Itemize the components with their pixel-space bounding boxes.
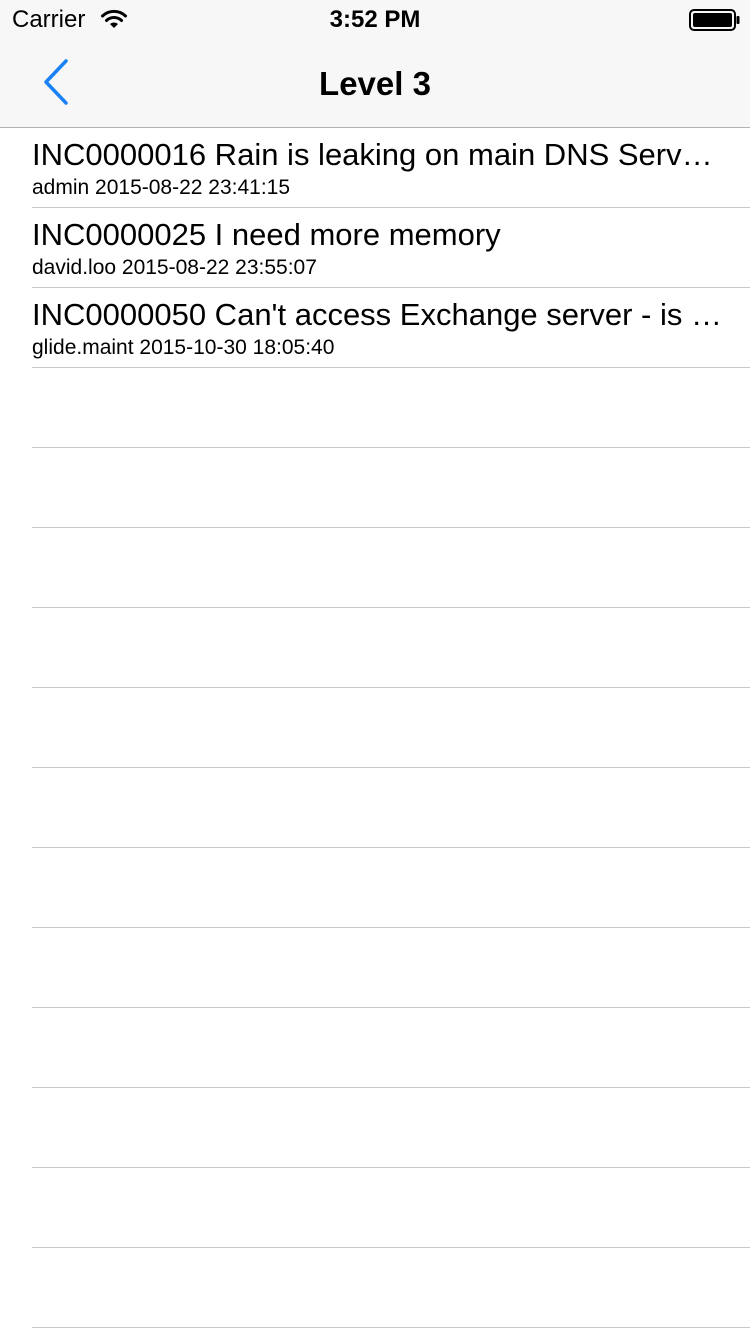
empty-row	[32, 1168, 750, 1248]
page-title: Level 3	[319, 65, 431, 102]
clock: 3:52 PM	[329, 6, 421, 33]
battery-icon	[689, 9, 741, 31]
top-bar: Carrier 3:52 PM Level 3	[0, 0, 750, 128]
incident-subtitle: glide.maint 2015-10-30 18:05:40	[32, 336, 335, 359]
empty-row	[32, 1088, 750, 1168]
list-item[interactable]: INC0000025 I need more memory david.loo …	[32, 208, 750, 288]
empty-row	[32, 528, 750, 608]
empty-row	[32, 608, 750, 688]
incident-title: INC0000025 I need more memory	[32, 217, 501, 252]
empty-row	[32, 448, 750, 528]
incident-subtitle: david.loo 2015-08-22 23:55:07	[32, 256, 317, 279]
status-bar: Carrier 3:52 PM	[0, 0, 750, 40]
empty-row	[32, 848, 750, 928]
incident-title: INC0000016 Rain is leaking on main DNS S…	[32, 137, 722, 172]
empty-row	[32, 1248, 750, 1328]
incident-subtitle: admin 2015-08-22 23:41:15	[32, 176, 291, 199]
empty-row	[32, 688, 750, 768]
navigation-bar: Level 3	[0, 40, 750, 128]
empty-row	[32, 768, 750, 848]
empty-row	[32, 1008, 750, 1088]
empty-row	[32, 368, 750, 448]
incident-list: INC0000016 Rain is leaking on main DNS S…	[0, 128, 750, 1334]
list-item[interactable]: INC0000050 Can't access Exchange server …	[32, 288, 750, 368]
list-item[interactable]: INC0000016 Rain is leaking on main DNS S…	[32, 128, 750, 208]
incident-title: INC0000050 Can't access Exchange server …	[32, 297, 722, 332]
empty-row	[32, 928, 750, 1008]
